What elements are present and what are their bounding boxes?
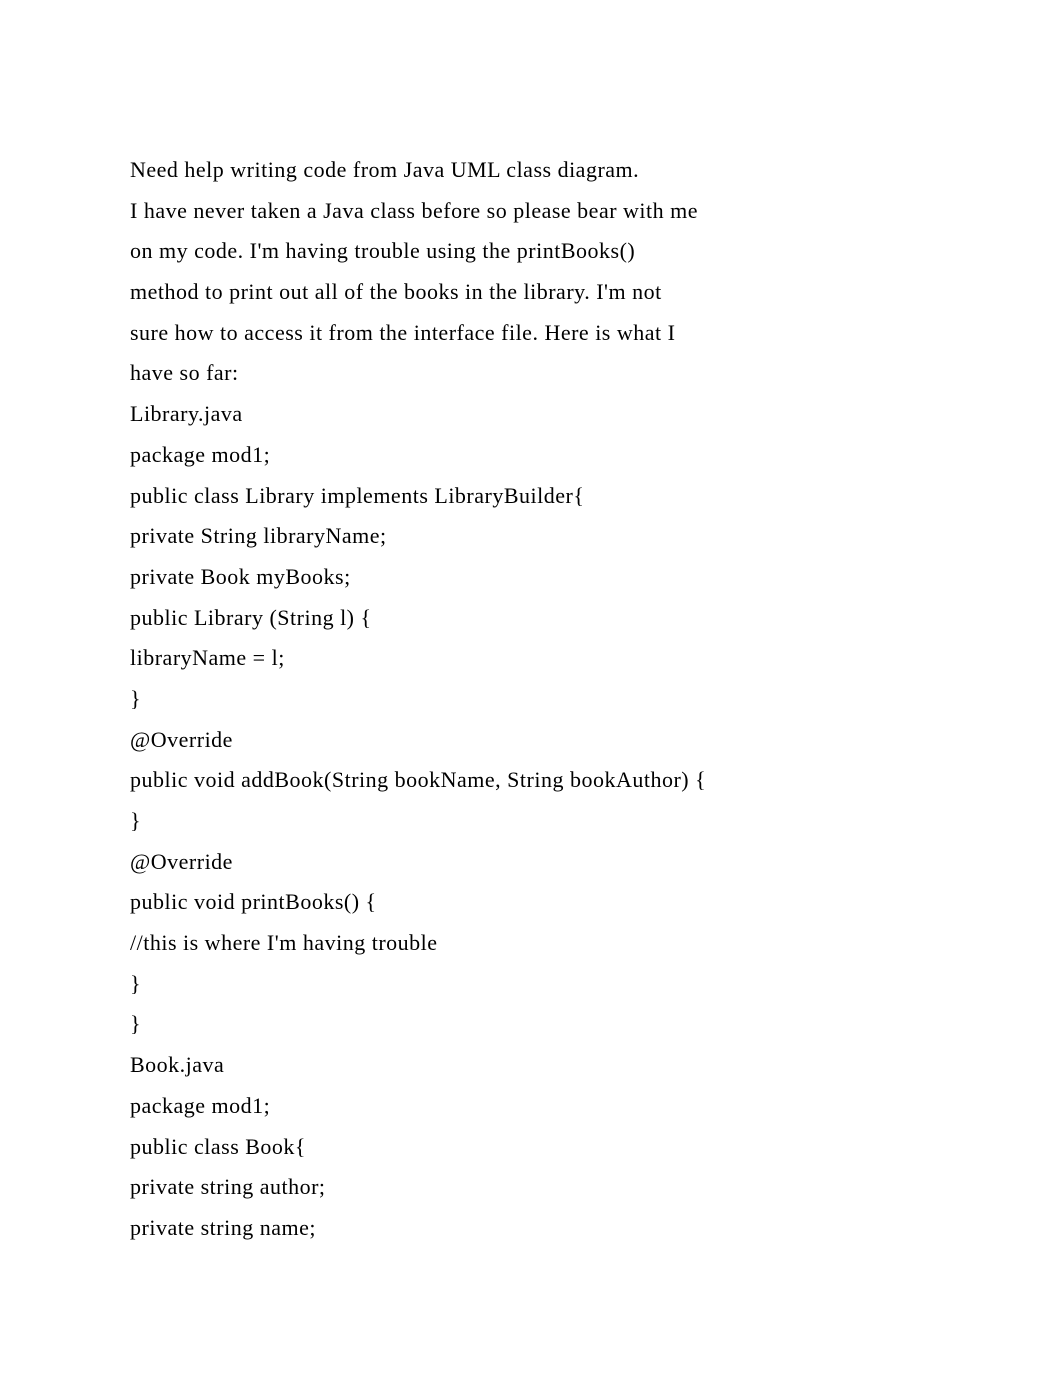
text-line: method to print out all of the books in …	[130, 272, 932, 313]
code-line: public class Book{	[130, 1127, 932, 1168]
text-line: I have never taken a Java class before s…	[130, 191, 932, 232]
code-line: private String libraryName;	[130, 516, 932, 557]
code-line: }	[130, 964, 932, 1005]
code-line: public void printBooks() {	[130, 882, 932, 923]
text-line: Need help writing code from Java UML cla…	[130, 150, 932, 191]
code-line: }	[130, 1004, 932, 1045]
document-content: Need help writing code from Java UML cla…	[130, 150, 932, 1249]
code-line: libraryName = l;	[130, 638, 932, 679]
code-line: public Library (String l) {	[130, 598, 932, 639]
code-line: private Book myBooks;	[130, 557, 932, 598]
code-line: }	[130, 801, 932, 842]
code-line: private string author;	[130, 1167, 932, 1208]
code-line: package mod1;	[130, 435, 932, 476]
text-line: Library.java	[130, 394, 932, 435]
code-line: }	[130, 679, 932, 720]
text-line: have so far:	[130, 353, 932, 394]
code-line: @Override	[130, 842, 932, 883]
text-line: on my code. I'm having trouble using the…	[130, 231, 932, 272]
code-line: @Override	[130, 720, 932, 761]
code-line: public void addBook(String bookName, Str…	[130, 760, 932, 801]
code-line: private string name;	[130, 1208, 932, 1249]
text-line: Book.java	[130, 1045, 932, 1086]
text-line: sure how to access it from the interface…	[130, 313, 932, 354]
code-line: //this is where I'm having trouble	[130, 923, 932, 964]
code-line: package mod1;	[130, 1086, 932, 1127]
code-line: public class Library implements LibraryB…	[130, 476, 932, 517]
